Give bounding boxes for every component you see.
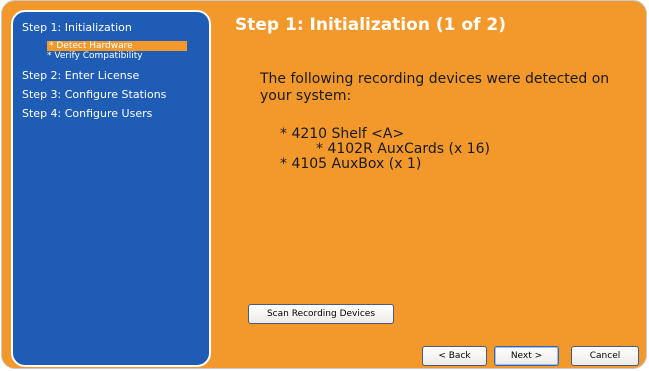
sidebar-item-configure-stations[interactable]: Step 3: Configure Stations <box>22 88 166 101</box>
sidebar-nav: Step 1: Initialization * Detect Hardware… <box>11 10 211 367</box>
device-item-shelf: * 4210 Shelf <A> <box>280 126 405 142</box>
scan-recording-devices-button[interactable]: Scan Recording Devices <box>248 304 394 324</box>
sidebar-item-initialization[interactable]: Step 1: Initialization <box>22 21 132 34</box>
device-item-auxcards: * 4102R AuxCards (x 16) <box>316 141 490 157</box>
sidebar-item-configure-users[interactable]: Step 4: Configure Users <box>22 107 152 120</box>
sidebar-item-enter-license[interactable]: Step 2: Enter License <box>22 69 139 82</box>
wizard-window: Step 1: Initialization * Detect Hardware… <box>1 0 647 369</box>
page-title: Step 1: Initialization (1 of 2) <box>235 15 506 35</box>
sidebar-subitem-verify-compatibility[interactable]: * Verify Compatibility <box>47 51 143 61</box>
detected-devices-intro: The following recording devices were det… <box>260 71 610 104</box>
cancel-button[interactable]: Cancel <box>571 346 639 366</box>
device-item-auxbox: * 4105 AuxBox (x 1) <box>280 156 422 172</box>
sidebar-subitem-detect-hardware[interactable]: * Detect Hardware <box>47 41 187 51</box>
back-button[interactable]: < Back <box>422 346 487 366</box>
next-button[interactable]: Next > <box>494 346 559 366</box>
